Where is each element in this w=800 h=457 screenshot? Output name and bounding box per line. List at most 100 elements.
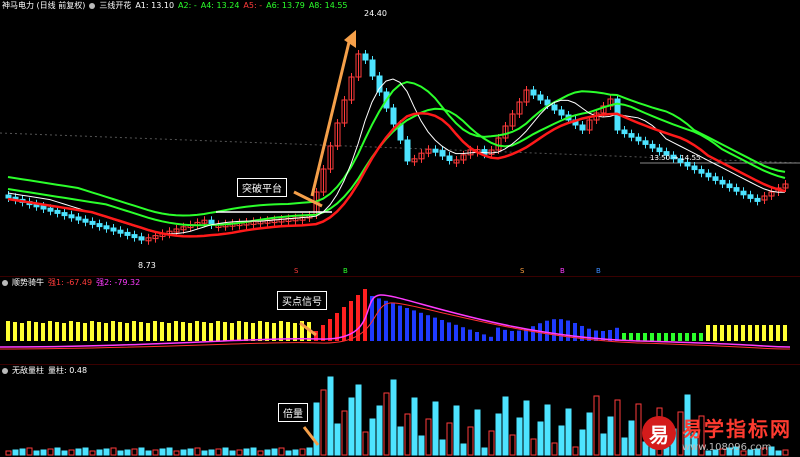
- volume-bar: [411, 397, 418, 456]
- volume-bar: [467, 426, 474, 456]
- volume-bar: [229, 450, 236, 456]
- candle-body: [698, 169, 705, 174]
- trend-bar: [195, 321, 199, 341]
- volume-bar: [68, 449, 75, 456]
- candle-body: [726, 183, 733, 189]
- volume-bar: [117, 450, 124, 456]
- trend-bar: [503, 329, 507, 341]
- volume-bar: [138, 447, 145, 456]
- volume-bar: [257, 450, 264, 456]
- trend-bar: [496, 327, 500, 341]
- trend-bar: [727, 325, 731, 341]
- candle-body: [439, 150, 446, 157]
- trend-bar: [237, 321, 241, 341]
- kline-chart[interactable]: 24.40 8.73 13.50 → 14.55 S B S B B: [0, 0, 800, 276]
- trend-settings-icon[interactable]: [2, 280, 8, 286]
- watermark-url: www.108096.com: [682, 442, 772, 453]
- trend-bar: [377, 298, 381, 341]
- volume-bar: [215, 448, 222, 456]
- volume-bar: [306, 447, 313, 456]
- volume-bar: [320, 389, 327, 456]
- trend-bar: [104, 323, 108, 341]
- trend-bar: [230, 323, 234, 341]
- trend-bar: [685, 333, 689, 341]
- candle-body: [390, 107, 397, 125]
- candle-body: [432, 148, 439, 153]
- trend-bar: [783, 325, 787, 341]
- stock-title: 神马电力 (日线 前复权): [2, 1, 86, 10]
- trend-bar: [181, 322, 185, 341]
- trend-bar: [489, 336, 493, 341]
- trend-bar: [188, 323, 192, 341]
- volume-bar: [285, 450, 292, 456]
- volume-bar: [348, 397, 355, 456]
- candle-body: [628, 133, 635, 138]
- volume-bar: [474, 409, 481, 456]
- trend-bar: [146, 323, 150, 341]
- trend-bar: [384, 300, 388, 341]
- candle-body: [719, 179, 726, 185]
- watermark-logo-icon: 易: [642, 416, 676, 450]
- trend-bar: [433, 317, 437, 341]
- volume-settings-icon[interactable]: [2, 368, 8, 374]
- volume-bar: [523, 400, 530, 456]
- value-a5: A5: -: [243, 1, 263, 10]
- volume-bar: [481, 447, 488, 456]
- trend-bar: [678, 333, 682, 341]
- trend-bar: [335, 313, 339, 341]
- trend-bar: [671, 333, 675, 341]
- volume-bar: [369, 418, 376, 456]
- trend-bar: [279, 321, 283, 341]
- trend-bar: [272, 323, 276, 341]
- candle-body: [642, 140, 649, 145]
- trend-bar: [482, 334, 486, 341]
- candle-body: [82, 218, 89, 223]
- volume-bar: [446, 422, 453, 456]
- trend-bar: [244, 322, 248, 341]
- volume-bar: [103, 448, 110, 456]
- trend-bar: [510, 330, 514, 341]
- candle-body: [733, 187, 740, 192]
- volume-bar: [145, 450, 152, 456]
- candle-body: [691, 165, 698, 171]
- volume-bar: [166, 447, 173, 456]
- candle-body: [75, 216, 82, 221]
- trend-bar: [699, 333, 703, 341]
- kline-pane[interactable]: 24.40 8.73 13.50 → 14.55 S B S B B 神马电力 (日线 前复权…: [0, 0, 800, 276]
- volume-bar: [516, 417, 523, 456]
- volume-bar: [635, 403, 642, 456]
- volume-bar: [586, 412, 593, 456]
- candle-body: [747, 194, 754, 199]
- volume-bar: [418, 435, 425, 456]
- candle-body: [124, 231, 131, 236]
- volume-bar: [5, 450, 12, 456]
- volume-pane[interactable]: 无敌量柱 量柱: 0.48 倍量 易 易学指标网 www.108096.com: [0, 364, 800, 457]
- volume-bar: [264, 449, 271, 456]
- trend-bar: [706, 325, 710, 341]
- candle-body: [68, 214, 75, 219]
- volume-bar: [201, 450, 208, 456]
- trend-bar: [216, 321, 220, 341]
- volume-bar: [54, 447, 61, 456]
- trend-bar: [776, 325, 780, 341]
- volume-bar: [89, 450, 96, 456]
- candle-body: [131, 234, 138, 239]
- volume-bar: [180, 449, 187, 456]
- volume-bar: [250, 447, 257, 456]
- volume-header: 无敌量柱 量柱: 0.48: [2, 365, 87, 377]
- settings-icon[interactable]: [89, 3, 96, 9]
- volume-bar: [47, 448, 54, 456]
- volume-bar: [131, 448, 138, 456]
- kline-header: 神马电力 (日线 前复权) 三线开花 A1: 13.10 A2: - A4: 1…: [2, 0, 348, 12]
- trend-bar: [566, 320, 570, 341]
- volume-bar: [565, 408, 572, 456]
- volume-bar: [208, 449, 215, 456]
- trend-pane[interactable]: 顺势骑牛 强1: -67.49 强2: -79.32 买点信号: [0, 276, 800, 365]
- value-a8: A8: 14.55: [308, 1, 348, 10]
- volume-bar: [96, 449, 103, 456]
- trend-bar: [132, 321, 136, 341]
- volume-bar: [271, 448, 278, 456]
- trend-chart[interactable]: [0, 277, 800, 365]
- candle-body: [362, 53, 369, 61]
- trend-bar: [48, 321, 52, 341]
